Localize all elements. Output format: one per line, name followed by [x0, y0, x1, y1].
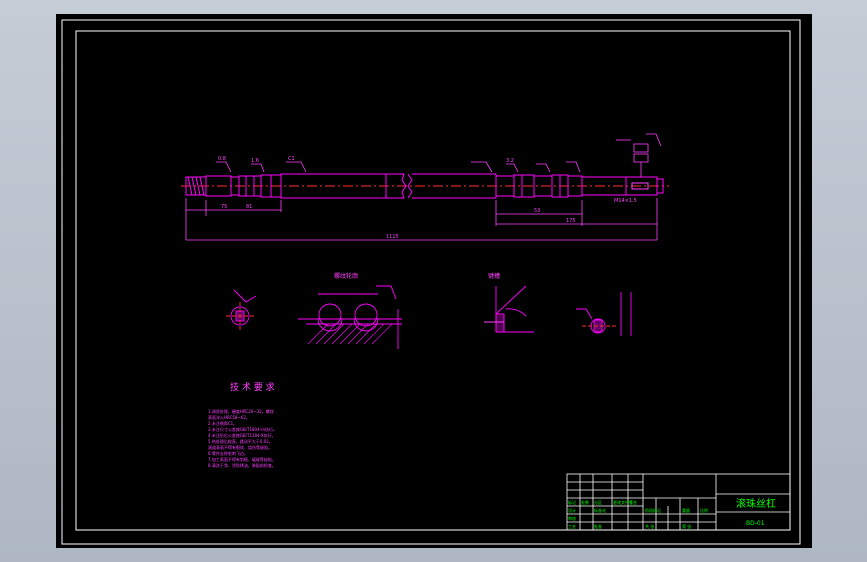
- dim-chamfer: C1: [288, 156, 295, 162]
- roughness-a: 0.8: [218, 156, 226, 162]
- outer-frame: [61, 19, 801, 545]
- dim-left-1: 75: [221, 204, 227, 210]
- dim-overall: 1115: [386, 234, 399, 240]
- svg-text:批准: 批准: [594, 523, 602, 529]
- tech-req-heading: 技 术 要 求: [230, 381, 275, 393]
- dim-right-1: 53: [534, 208, 540, 214]
- svg-text:阶段标记: 阶段标记: [645, 507, 661, 513]
- tech-req-line: 3.未注尺寸公差按GB/T1804-m执行。: [208, 426, 277, 432]
- title-block-grid: [567, 474, 716, 530]
- detail-section-2: [576, 292, 632, 336]
- cad-drawing-viewport[interactable]: 75 81 53 175 1115 M14×1.5 C1 0.8 1.6 3.2: [56, 14, 812, 548]
- tech-req-line: 表面淬火HRC58~62。: [208, 414, 250, 420]
- svg-text:处数: 处数: [581, 499, 589, 505]
- inner-frame: [75, 30, 791, 531]
- detail-keyway: [484, 285, 534, 333]
- tech-req-line: 5.热处理后校直，跳动不大于0.02。: [208, 438, 273, 444]
- svg-text:第 张: 第 张: [682, 523, 691, 529]
- tech-req-line: 1.调质处理，硬度HRC26~32。螺纹: [208, 408, 274, 414]
- tech-req-line: 7.加工表面不得有划痕、磕碰等缺陷。: [208, 456, 276, 462]
- roughness-c: 3.2: [506, 158, 514, 164]
- roughness-b: 1.6: [251, 158, 259, 164]
- svg-text:标准化: 标准化: [594, 507, 606, 513]
- main-view-dimensions: [185, 133, 662, 241]
- tech-req-line: 6.零件去除毛刺飞边。: [208, 450, 248, 456]
- drawing-number: BD-01: [746, 520, 765, 527]
- svg-text:比例: 比例: [700, 507, 708, 513]
- dim-left-2: 81: [246, 204, 252, 210]
- keyway-detail-label: 键槽: [488, 272, 500, 280]
- dim-right-2: 175: [566, 218, 576, 224]
- tech-req-lines: 1.调质处理，硬度HRC26~32。螺纹 表面淬火HRC58~62。 2.未注倒…: [208, 408, 277, 468]
- svg-text:标记: 标记: [568, 499, 576, 505]
- shaft-main-view: [181, 173, 669, 199]
- tech-req-line: 4.未注形位公差按GB/T1184-K执行。: [208, 432, 276, 438]
- drawing-sheet: 75 81 53 175 1115 M14×1.5 C1 0.8 1.6 3.2: [61, 19, 801, 545]
- detail-thread-profile: [298, 285, 402, 349]
- svg-text:共 张: 共 张: [645, 523, 654, 529]
- thread-detail-label: 螺纹轮廓: [334, 272, 358, 280]
- svg-text:分区: 分区: [594, 499, 602, 505]
- dim-thread: M14×1.5: [614, 198, 637, 204]
- svg-text:工艺: 工艺: [568, 524, 576, 529]
- svg-text:重量: 重量: [682, 507, 690, 513]
- tech-req-line: 滚道表面不得有裂纹、烧伤等缺陷。: [208, 444, 272, 450]
- tech-req-line: 2.未注倒角C1。: [208, 420, 237, 426]
- tech-req-line: 8.清洗干净，涂防锈油，装配前检查。: [208, 462, 276, 468]
- svg-text:签名: 签名: [629, 499, 637, 505]
- svg-text:审核: 审核: [568, 515, 576, 521]
- part-name: 滚珠丝杠: [736, 497, 776, 510]
- svg-text:设计: 设计: [568, 507, 576, 513]
- detail-section-1: [226, 289, 257, 330]
